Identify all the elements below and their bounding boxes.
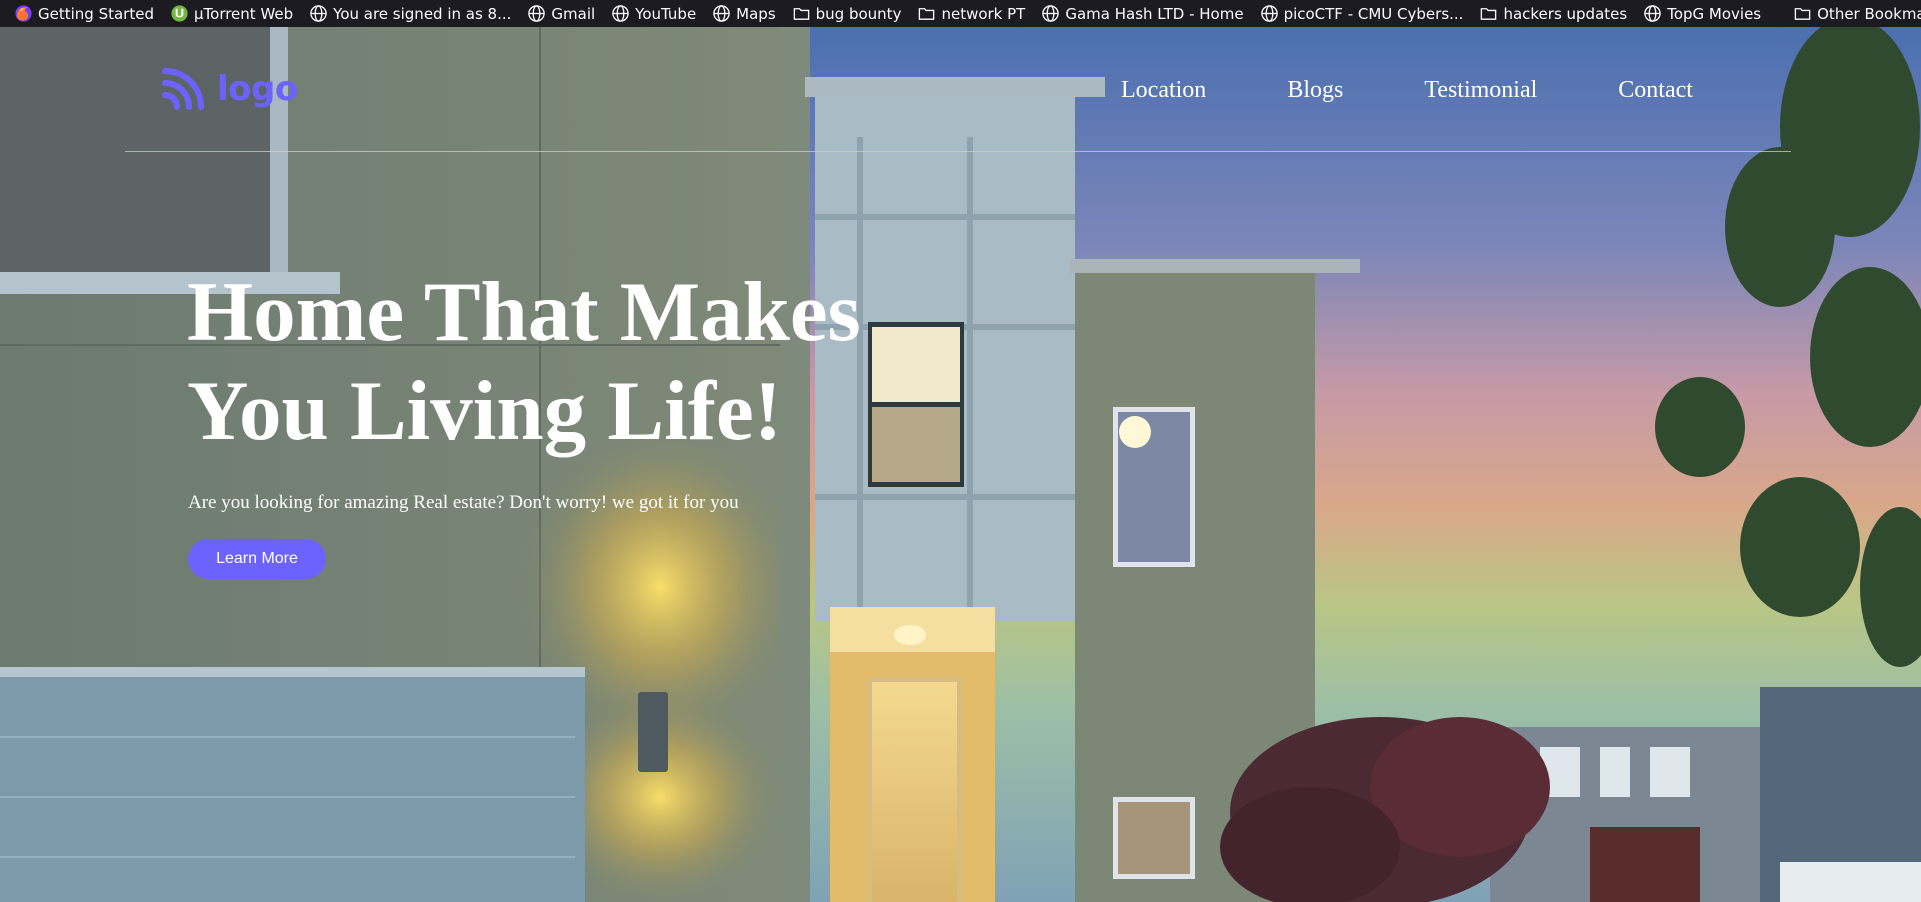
bookmark-label: TopG Movies xyxy=(1667,4,1762,23)
bookmark-label: YouTube xyxy=(635,4,697,23)
globe-icon xyxy=(1644,5,1661,22)
logo-text: logo xyxy=(217,69,298,109)
bookmark-getting-started[interactable]: Getting Started xyxy=(14,0,154,27)
nav-divider xyxy=(125,151,1791,152)
bookmark-utorrent[interactable]: µTorrent Web xyxy=(170,0,293,27)
globe-icon xyxy=(713,5,730,22)
bookmark-gama-hash[interactable]: Gama Hash LTD - Home xyxy=(1041,0,1244,27)
bookmark-label: Other Bookmarks xyxy=(1817,4,1921,23)
folder-icon xyxy=(919,8,935,20)
bookmarks-toolbar: Getting Started µTorrent Web You are sig… xyxy=(0,0,1921,27)
folder-icon xyxy=(1794,8,1811,20)
globe-icon xyxy=(310,5,327,22)
bookmark-folder-hackers-updates[interactable]: hackers updates xyxy=(1479,0,1627,27)
bookmark-label: network PT xyxy=(941,4,1026,23)
bookmark-picoctf[interactable]: picoCTF - CMU Cybers... xyxy=(1260,0,1464,27)
hero-subtitle: Are you looking for amazing Real estate?… xyxy=(188,492,739,513)
bookmark-folder-bug-bounty[interactable]: bug bounty xyxy=(792,0,902,27)
nav-testimonial[interactable]: Testimonial xyxy=(1424,77,1537,104)
wifi-signal-icon xyxy=(162,68,204,110)
bookmark-label: You are signed in as 8... xyxy=(333,4,512,23)
bookmark-signed-in[interactable]: You are signed in as 8... xyxy=(309,0,511,27)
bookmark-label: picoCTF - CMU Cybers... xyxy=(1283,4,1464,23)
nav-contact[interactable]: Contact xyxy=(1618,77,1693,104)
globe-icon xyxy=(612,5,629,22)
bookmark-youtube[interactable]: YouTube xyxy=(611,0,696,27)
site-logo[interactable]: logo xyxy=(161,67,298,111)
globe-icon xyxy=(528,5,546,22)
main-nav: Location Blogs Testimonial Contact xyxy=(1121,77,1693,104)
bookmark-label: Maps xyxy=(736,4,776,23)
bookmark-other-bookmarks[interactable]: Other Bookmarks xyxy=(1793,0,1921,27)
bookmark-label: µTorrent Web xyxy=(193,4,294,23)
firefox-icon xyxy=(15,5,32,22)
hero-title: Home That Makes You Living Life! xyxy=(187,263,947,461)
hero-background-image xyxy=(0,27,1921,902)
bookmark-topg-movies[interactable]: TopG Movies xyxy=(1643,0,1761,27)
bookmark-folder-network-pt[interactable]: network PT xyxy=(917,0,1025,27)
learn-more-button[interactable]: Learn More xyxy=(188,539,326,579)
bookmark-maps[interactable]: Maps xyxy=(712,0,776,27)
bookmark-gmail[interactable]: Gmail xyxy=(527,0,595,27)
bookmark-label: hackers updates xyxy=(1503,4,1628,23)
globe-icon xyxy=(1260,5,1278,22)
bookmark-label: Gmail xyxy=(551,4,596,23)
bookmark-label: Getting Started xyxy=(38,4,154,23)
bookmark-label: Gama Hash LTD - Home xyxy=(1065,4,1244,23)
hero-title-line-2: You Living Life! xyxy=(187,364,783,458)
folder-icon xyxy=(1481,8,1497,20)
hero-section: logo Location Blogs Testimonial Contact … xyxy=(0,27,1921,902)
globe-icon xyxy=(1042,5,1060,22)
nav-location[interactable]: Location xyxy=(1121,77,1206,104)
nav-blogs[interactable]: Blogs xyxy=(1287,77,1343,104)
bookmark-label: bug bounty xyxy=(815,4,902,23)
folder-icon xyxy=(793,8,809,20)
utorrent-icon xyxy=(171,5,188,22)
hero-title-line-1: Home That Makes xyxy=(187,265,861,359)
